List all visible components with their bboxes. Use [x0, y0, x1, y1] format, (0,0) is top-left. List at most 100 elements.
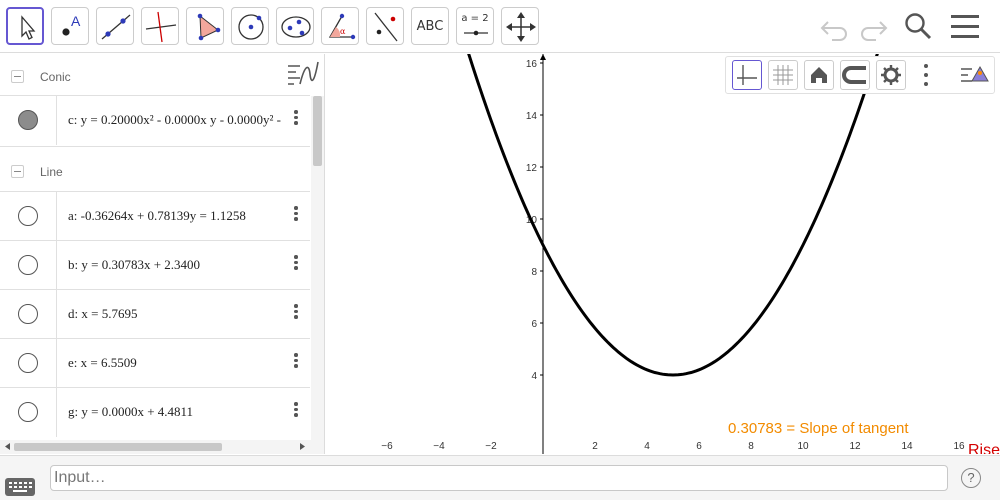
algebra-expression[interactable]: a: -0.36264x + 0.78139y = 1.1258	[68, 208, 306, 224]
algebra-style-button[interactable]	[280, 54, 324, 94]
more-options-icon[interactable]	[289, 351, 303, 371]
circle-tool-button[interactable]	[231, 7, 269, 45]
slope-of-tangent-label: 0.30783 = Slope of tangent	[728, 420, 909, 437]
move-graphics-icon	[506, 12, 536, 42]
grid-toggle-button[interactable]	[768, 60, 798, 90]
polygon-tool-button[interactable]	[186, 7, 224, 45]
group-header-conic[interactable]: Conic	[0, 54, 310, 98]
scrollbar-thumb[interactable]	[14, 443, 222, 451]
algebra-row-e[interactable]: e: x = 6.5509	[0, 338, 310, 388]
move-icon	[21, 15, 36, 40]
graph-canvas[interactable]: −6 −4 −2 2 4 6 8 10 12 14 1646810121416	[332, 54, 1000, 454]
visibility-toggle-icon[interactable]	[18, 304, 38, 324]
y-tick-label: 4	[531, 371, 537, 382]
algebra-row-b[interactable]: b: y = 0.30783x + 2.3400	[0, 240, 310, 290]
undo-icon	[820, 21, 847, 41]
angle-icon: α	[328, 13, 356, 40]
graphics-view[interactable]: −6 −4 −2 2 4 6 8 10 12 14 16 4 6 8 10 12 14 16 Rise 0.307…	[332, 54, 1000, 454]
search-icon	[905, 13, 932, 40]
slider-track-icon	[464, 30, 488, 36]
horizontal-scrollbar[interactable]	[0, 440, 311, 454]
x-tick-label: 8	[748, 441, 754, 452]
x-tick-label: 16	[953, 441, 965, 452]
more-options-icon[interactable]	[289, 400, 303, 420]
visibility-toggle-icon[interactable]	[18, 206, 38, 226]
visibility-toggle-icon[interactable]	[18, 255, 38, 275]
home-view-button[interactable]	[804, 60, 834, 90]
visibility-toggle-icon[interactable]	[18, 402, 38, 422]
algebra-expression[interactable]: g: y = 0.0000x + 4.4811	[68, 404, 306, 420]
row-divider	[56, 241, 57, 290]
y-axis-arrow-icon	[540, 54, 546, 60]
graphics-style-toggle-button[interactable]	[958, 61, 992, 91]
graphics-settings-button[interactable]	[876, 60, 906, 90]
algebra-row-c[interactable]: c: y = 0.20000x² - 0.0000x y - 0.0000y² …	[0, 95, 310, 145]
algebra-row-d[interactable]: d: x = 5.7695	[0, 289, 310, 339]
undo-button[interactable]	[818, 10, 852, 44]
algebra-expression[interactable]: c: y = 0.20000x² - 0.0000x y - 0.0000y² …	[68, 112, 306, 128]
visibility-toggle-icon[interactable]	[18, 110, 38, 130]
reflect-tool-button[interactable]	[366, 7, 404, 45]
perpendicular-tool-button[interactable]	[141, 7, 179, 45]
move-tool-button[interactable]	[6, 7, 44, 45]
conic-tool-button[interactable]	[276, 7, 314, 45]
keyboard-button[interactable]	[5, 478, 35, 496]
row-divider	[56, 192, 57, 241]
algebra-row-g[interactable]: g: y = 0.0000x + 4.4811	[0, 387, 310, 437]
search-button[interactable]	[901, 10, 935, 44]
y-tick-label: 6	[531, 319, 537, 330]
x-tick-label: −6	[381, 441, 393, 452]
more-options-icon[interactable]	[289, 108, 303, 128]
text-tool-button[interactable]: ABC	[411, 7, 449, 45]
y-tick-label: 12	[526, 163, 538, 174]
more-options-icon[interactable]	[289, 253, 303, 273]
redo-icon	[861, 21, 888, 41]
rise-label: Rise	[968, 442, 1000, 454]
line-tool-button[interactable]	[96, 7, 134, 45]
collapse-icon[interactable]	[11, 70, 24, 83]
help-button[interactable]: ?	[961, 468, 981, 488]
home-icon	[811, 67, 827, 83]
move-graphics-tool-button[interactable]	[501, 7, 539, 45]
main-menu-button[interactable]	[948, 10, 982, 44]
axes-icon	[737, 65, 757, 85]
group-label: Line	[40, 165, 63, 179]
point-icon: A	[62, 13, 81, 36]
algebra-expression[interactable]: d: x = 5.7695	[68, 306, 306, 322]
axes-toggle-button[interactable]	[732, 60, 762, 90]
y-tick-label: 16	[526, 59, 538, 70]
main-toolbar: A α ABC a = 2	[0, 0, 1000, 53]
point-tool-button[interactable]: A	[51, 7, 89, 45]
group-header-line[interactable]: Line	[0, 146, 310, 190]
row-divider	[56, 96, 57, 145]
algebra-input-field[interactable]: Input…	[50, 465, 948, 491]
x-tick-label: 6	[696, 441, 702, 452]
svg-text:A: A	[71, 13, 81, 29]
x-tick-label: 2	[592, 441, 598, 452]
visibility-toggle-icon[interactable]	[18, 353, 38, 373]
x-tick-label: −2	[485, 441, 497, 452]
slider-tool-button[interactable]: a = 2	[456, 7, 494, 45]
algebra-expression[interactable]: e: x = 6.5509	[68, 355, 306, 371]
more-options-icon[interactable]	[289, 302, 303, 322]
vertical-scrollbar[interactable]	[311, 96, 324, 454]
point-capturing-button[interactable]	[840, 60, 870, 90]
algebra-row-a[interactable]: a: -0.36264x + 0.78139y = 1.1258	[0, 191, 310, 241]
parabola-c	[467, 54, 879, 377]
text-icon: ABC	[416, 18, 444, 34]
reflect-icon	[374, 12, 398, 42]
more-options-icon[interactable]	[289, 204, 303, 224]
scroll-down-arrow-icon[interactable]	[311, 96, 324, 454]
circle-center-icon	[238, 14, 264, 40]
x-tick-label: 4	[644, 441, 650, 452]
group-label: Conic	[40, 70, 71, 84]
more-options-icon[interactable]	[922, 63, 930, 87]
angle-tool-button[interactable]: α	[321, 7, 359, 45]
row-divider	[56, 290, 57, 339]
perpendicular-icon	[145, 11, 177, 43]
collapse-icon[interactable]	[11, 165, 24, 178]
algebra-expression[interactable]: b: y = 0.30783x + 2.3400	[68, 257, 306, 273]
redo-button[interactable]	[856, 10, 890, 44]
graphics-style-icon	[961, 65, 989, 82]
algebra-style-icon	[288, 61, 319, 85]
